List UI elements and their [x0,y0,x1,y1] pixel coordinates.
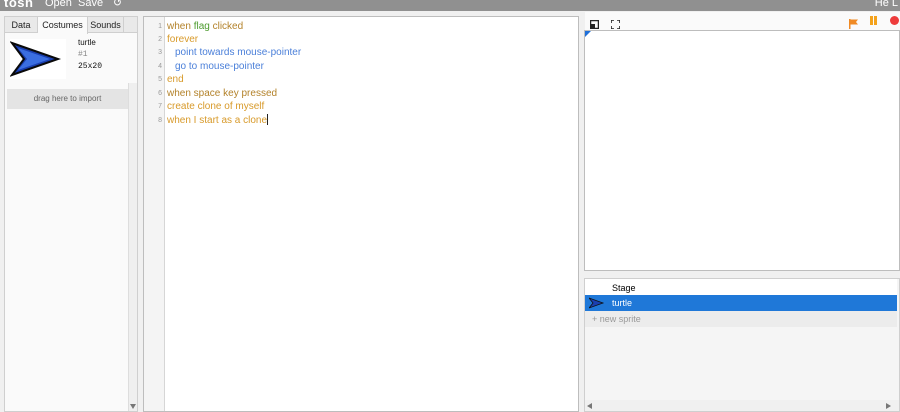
scroll-down-icon[interactable] [130,404,136,409]
line-number: 5 [158,76,162,83]
scroll-right-icon[interactable] [886,403,891,409]
stage-canvas[interactable] [584,30,900,271]
sprite-list-stage[interactable]: Stage [585,279,897,295]
user-name[interactable]: He L [875,0,898,10]
sprite-list-scrollbar[interactable] [585,400,899,411]
costume-item[interactable]: turtle #1 25x20 [8,36,130,82]
costume-size: 25x20 [78,62,103,71]
stage-corner-marker [585,31,591,37]
costume-name[interactable]: turtle [78,38,96,47]
stop-icon[interactable] [890,16,899,25]
code-line[interactable]: when space key pressed [167,87,277,100]
line-number: 8 [158,117,162,124]
code-text: when flag clicked [167,21,244,32]
small-stage-icon[interactable] [589,16,600,30]
line-number: 3 [158,49,162,56]
stage-toolbar [585,12,900,30]
save-menu-button[interactable]: Save [78,0,103,10]
line-number: 1 [158,23,162,30]
code-line[interactable]: end [167,73,184,86]
code-line[interactable]: point towards mouse-pointer [175,46,301,59]
app-logo: tosh [4,0,34,10]
panel-tabs: Data Costumes Sounds [5,17,137,34]
sprite-list: Stage turtle + new sprite [584,278,900,412]
sprite-item-turtle[interactable]: turtle [585,295,897,311]
turtle-costume-thumbnail [9,39,66,79]
code-text: when I start as a clone [167,115,268,126]
line-number: 7 [158,103,162,110]
new-sprite-label: + new sprite [592,314,641,324]
code-line[interactable]: go to mouse-pointer [175,60,264,73]
line-number-gutter: 1 2 3 4 5 6 7 8 [144,17,165,411]
tab-sounds[interactable]: Sounds [88,17,124,33]
tab-data[interactable]: Data [5,17,38,33]
import-drop-zone[interactable]: drag here to import [7,89,128,109]
costume-number: #1 [78,50,88,59]
code-line[interactable]: create clone of myself [167,100,264,113]
code-line[interactable]: when flag clicked [167,20,243,33]
costumes-panel: Data Costumes Sounds turtle #1 25x20 dra… [4,16,138,412]
text-cursor [267,114,269,125]
scroll-left-icon[interactable] [587,403,592,409]
line-number: 2 [158,36,162,43]
costumes-scrollbar[interactable] [128,83,137,411]
line-number: 4 [158,63,162,70]
open-menu-button[interactable]: Open [45,0,72,10]
code-line[interactable]: when I start as a clone [167,114,269,127]
line-number: 6 [158,90,162,97]
undo-icon[interactable]: ↺ [113,0,122,10]
tab-costumes[interactable]: Costumes [38,17,88,34]
code-editor[interactable]: 1 2 3 4 5 6 7 8 when flag clicked foreve… [143,16,579,412]
sprite-name: turtle [612,298,633,308]
code-line[interactable]: forever [167,33,198,46]
top-menu-bar: tosh Open Save ↺ He L [0,0,900,11]
fullscreen-icon[interactable] [610,16,621,30]
pause-icon[interactable] [869,16,878,25]
new-sprite-button[interactable]: + new sprite [585,311,897,327]
